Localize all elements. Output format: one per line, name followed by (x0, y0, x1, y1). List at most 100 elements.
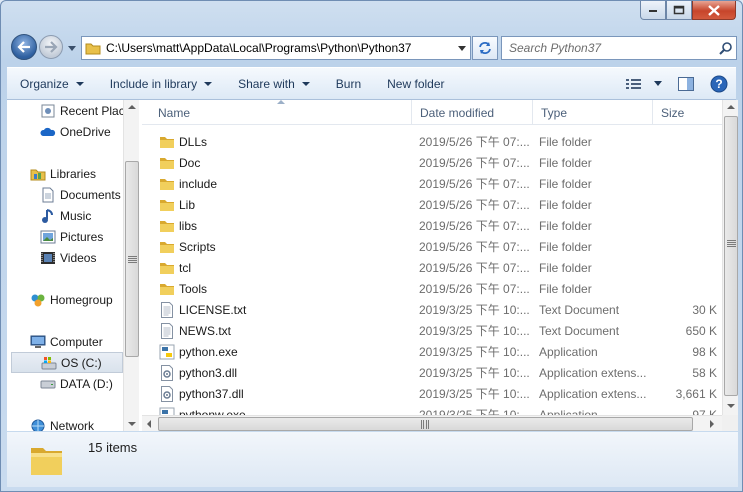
folder-icon (159, 239, 175, 255)
file-list-pane: Name Date modified Type Size DLLs 2019/5/… (142, 100, 738, 431)
file-date: 2019/5/26 下午 07:... (419, 135, 530, 149)
share-with-menu[interactable]: Share with (225, 68, 323, 99)
column-header-type[interactable]: Type (533, 100, 653, 125)
text-file-icon (159, 322, 175, 339)
scroll-left-arrow[interactable] (147, 420, 151, 428)
dll-file-icon (159, 385, 175, 402)
file-name-cell: Tools (142, 281, 412, 297)
scrollbar-thumb[interactable] (125, 161, 139, 357)
item-count: 15 items (88, 440, 138, 455)
file-row[interactable]: Tools 2019/5/26 下午 07:... File folder (142, 278, 722, 299)
file-type: File folder (539, 281, 592, 296)
file-type: Application (539, 407, 598, 416)
back-button[interactable] (11, 34, 37, 60)
address-dropdown[interactable] (454, 37, 470, 59)
file-name: pythonw.exe (179, 407, 246, 416)
close-button[interactable] (692, 1, 736, 20)
nav-item[interactable]: Recent Places (7, 100, 123, 121)
grip-icon (128, 256, 137, 263)
organize-label: Organize (20, 76, 69, 91)
folder-icon (159, 260, 175, 276)
nav-item[interactable]: Homegroup (7, 289, 123, 310)
organize-menu[interactable]: Organize (7, 68, 97, 99)
file-date: 2019/3/25 下午 10:... (419, 408, 530, 415)
file-row[interactable]: include 2019/5/26 下午 07:... File folder (142, 173, 722, 194)
file-name-cell: pythonw.exe (142, 407, 412, 416)
file-row[interactable]: Doc 2019/5/26 下午 07:... File folder (142, 152, 722, 173)
address-bar[interactable]: C:\Users\matt\AppData\Local\Programs\Pyt… (81, 36, 471, 60)
search-input[interactable]: Search Python37 (502, 41, 714, 55)
file-row[interactable]: python3.dll 2019/3/25 下午 10:... Applicatio… (142, 362, 722, 383)
nav-item[interactable]: Documents (7, 184, 123, 205)
preview-pane-icon (678, 76, 694, 91)
file-type: Application (539, 344, 598, 359)
nav-item[interactable]: Network (7, 415, 123, 431)
folder-icon (159, 134, 175, 150)
scroll-right-arrow[interactable] (710, 420, 714, 428)
scroll-down-arrow[interactable] (727, 404, 735, 408)
file-type: Application extens... (539, 386, 647, 401)
forward-arrow-icon (45, 41, 58, 53)
navigation-pane: Recent Places OneDrive Libraries Documents M… (7, 100, 139, 431)
scrollbar-thumb[interactable] (158, 417, 693, 431)
file-name: python37.dll (179, 386, 244, 401)
file-row[interactable]: python.exe 2019/3/25 下午 10:... Application… (142, 341, 722, 362)
file-date: 2019/3/25 下午 10:... (419, 366, 530, 380)
file-row[interactable]: tcl 2019/5/26 下午 07:... File folder (142, 257, 722, 278)
chevron-down-icon (301, 81, 310, 86)
nav-item[interactable]: OS (C:) (11, 352, 123, 373)
scroll-down-arrow[interactable] (128, 422, 136, 426)
column-header-date[interactable]: Date modified (412, 100, 533, 125)
file-date: 2019/5/26 下午 07:... (419, 240, 530, 254)
nav-item-label: Libraries (50, 166, 97, 181)
file-type: File folder (539, 197, 592, 212)
file-row[interactable]: NEWS.txt 2019/3/25 下午 10:... Text Document… (142, 320, 722, 341)
file-row[interactable]: Scripts 2019/5/26 下午 07:... File folder (142, 236, 722, 257)
search-box[interactable]: Search Python37 (501, 36, 737, 60)
new-folder-button[interactable]: New folder (374, 68, 457, 99)
refresh-button[interactable] (472, 36, 498, 60)
file-type: File folder (539, 155, 592, 170)
minimize-button[interactable] (640, 1, 666, 20)
file-name-cell: libs (142, 218, 412, 234)
maximize-button[interactable] (666, 1, 692, 20)
help-button[interactable]: ? (704, 68, 736, 99)
file-row[interactable]: pythonw.exe 2019/3/25 下午 10:... Applicatio… (142, 404, 722, 415)
file-row[interactable]: LICENSE.txt 2019/3/25 下午 10:... Text Docum… (142, 299, 722, 320)
nav-item[interactable]: DATA (D:) (7, 373, 123, 394)
forward-button[interactable] (39, 35, 63, 59)
search-icon[interactable] (714, 41, 736, 55)
burn-button[interactable]: Burn (323, 68, 374, 99)
text-file-icon (159, 301, 175, 318)
file-row[interactable]: libs 2019/5/26 下午 07:... File folder (142, 215, 722, 236)
nav-item[interactable]: Music (7, 205, 123, 226)
nav-item[interactable]: Computer (7, 331, 123, 352)
scroll-up-arrow[interactable] (727, 105, 735, 109)
file-row[interactable]: DLLs 2019/5/26 下午 07:... File folder (142, 131, 722, 152)
nav-item[interactable]: OneDrive (7, 121, 123, 142)
explorer-window: C:\Users\matt\AppData\Local\Programs\Pyt… (0, 0, 743, 492)
scrollbar-thumb[interactable] (724, 116, 738, 396)
nav-item[interactable]: Libraries (7, 163, 123, 184)
nav-item[interactable]: Videos (7, 247, 123, 268)
maximize-icon (673, 5, 685, 15)
view-options-dropdown[interactable] (648, 68, 668, 99)
address-path[interactable]: C:\Users\matt\AppData\Local\Programs\Pyt… (104, 41, 454, 55)
nav-item[interactable]: Pictures (7, 226, 123, 247)
file-name-cell: NEWS.txt (142, 322, 412, 339)
file-list-horizontal-scrollbar[interactable] (142, 415, 722, 431)
file-list-vertical-scrollbar[interactable] (722, 100, 738, 415)
preview-pane-button[interactable] (668, 68, 704, 99)
file-row[interactable]: python37.dll 2019/3/25 下午 10:... Applicati… (142, 383, 722, 404)
file-row[interactable]: Lib 2019/5/26 下午 07:... File folder (142, 194, 722, 215)
navigation-scrollbar[interactable] (123, 100, 139, 431)
column-header-size[interactable]: Size (653, 100, 722, 125)
recent-pages-dropdown[interactable] (66, 42, 78, 54)
file-name: Doc (179, 155, 201, 170)
file-type: File folder (539, 134, 592, 149)
include-in-library-menu[interactable]: Include in library (97, 68, 225, 99)
scroll-up-arrow[interactable] (128, 105, 136, 109)
command-bar: Organize Include in library Share with B… (7, 67, 736, 100)
change-view-button[interactable] (620, 68, 648, 99)
column-header-name[interactable]: Name (142, 100, 412, 125)
